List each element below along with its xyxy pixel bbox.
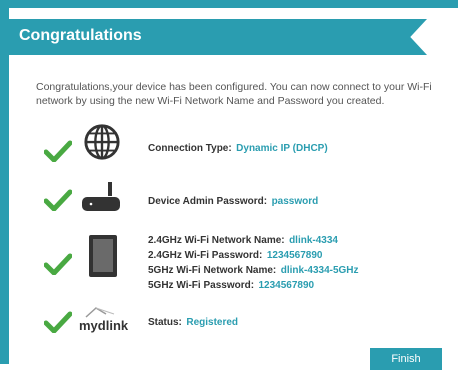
router-icon: [82, 182, 120, 211]
wifi-5-password-row: 5GHz Wi-Fi Password: 1234567890: [148, 277, 359, 292]
wifi-5-password-value: 1234567890: [258, 280, 315, 291]
wifi-24-name-value: dlink-4334: [289, 235, 338, 246]
admin-row: Device Admin Password: password: [148, 193, 318, 208]
check-icon: [44, 311, 72, 333]
wifi-5-password-label: 5GHz Wi-Fi Password:: [148, 280, 255, 291]
panel-edge: [458, 0, 467, 370]
globe-icon: [84, 124, 120, 160]
connection-type-value: Dynamic IP (DHCP): [236, 143, 328, 154]
wizard-panel: [9, 8, 458, 364]
wifi-rows: 2.4GHz Wi-Fi Network Name: dlink-4334 2.…: [148, 232, 359, 292]
finish-button[interactable]: Finish: [370, 348, 442, 370]
check-icon: [44, 253, 72, 275]
admin-password-label: Device Admin Password:: [148, 196, 268, 207]
intro-text: Congratulations,your device has been con…: [36, 81, 432, 107]
wifi-5-name-value: dlink-4334-5GHz: [280, 265, 359, 276]
wifi-24-password-label: 2.4GHz Wi-Fi Password:: [148, 250, 263, 261]
wifi-24-name-row: 2.4GHz Wi-Fi Network Name: dlink-4334: [148, 232, 359, 247]
status-label: Status:: [148, 317, 182, 328]
wifi-24-password-row: 2.4GHz Wi-Fi Password: 1234567890: [148, 247, 359, 262]
mydlink-logo-text: mydlink: [79, 318, 129, 333]
title-banner: Congratulations: [9, 19, 427, 55]
admin-password-value: password: [271, 196, 319, 207]
mydlink-logo: mydlink: [79, 307, 129, 333]
status-value: Registered: [186, 317, 239, 328]
check-icon: [44, 140, 72, 162]
mydlink-row: Status: Registered: [148, 314, 238, 329]
tablet-icon: [89, 235, 117, 277]
page-title: Congratulations: [19, 27, 142, 44]
check-icon: [44, 189, 72, 211]
connection-type-label: Connection Type:: [148, 143, 232, 154]
connection-row: Connection Type: Dynamic IP (DHCP): [148, 140, 328, 155]
